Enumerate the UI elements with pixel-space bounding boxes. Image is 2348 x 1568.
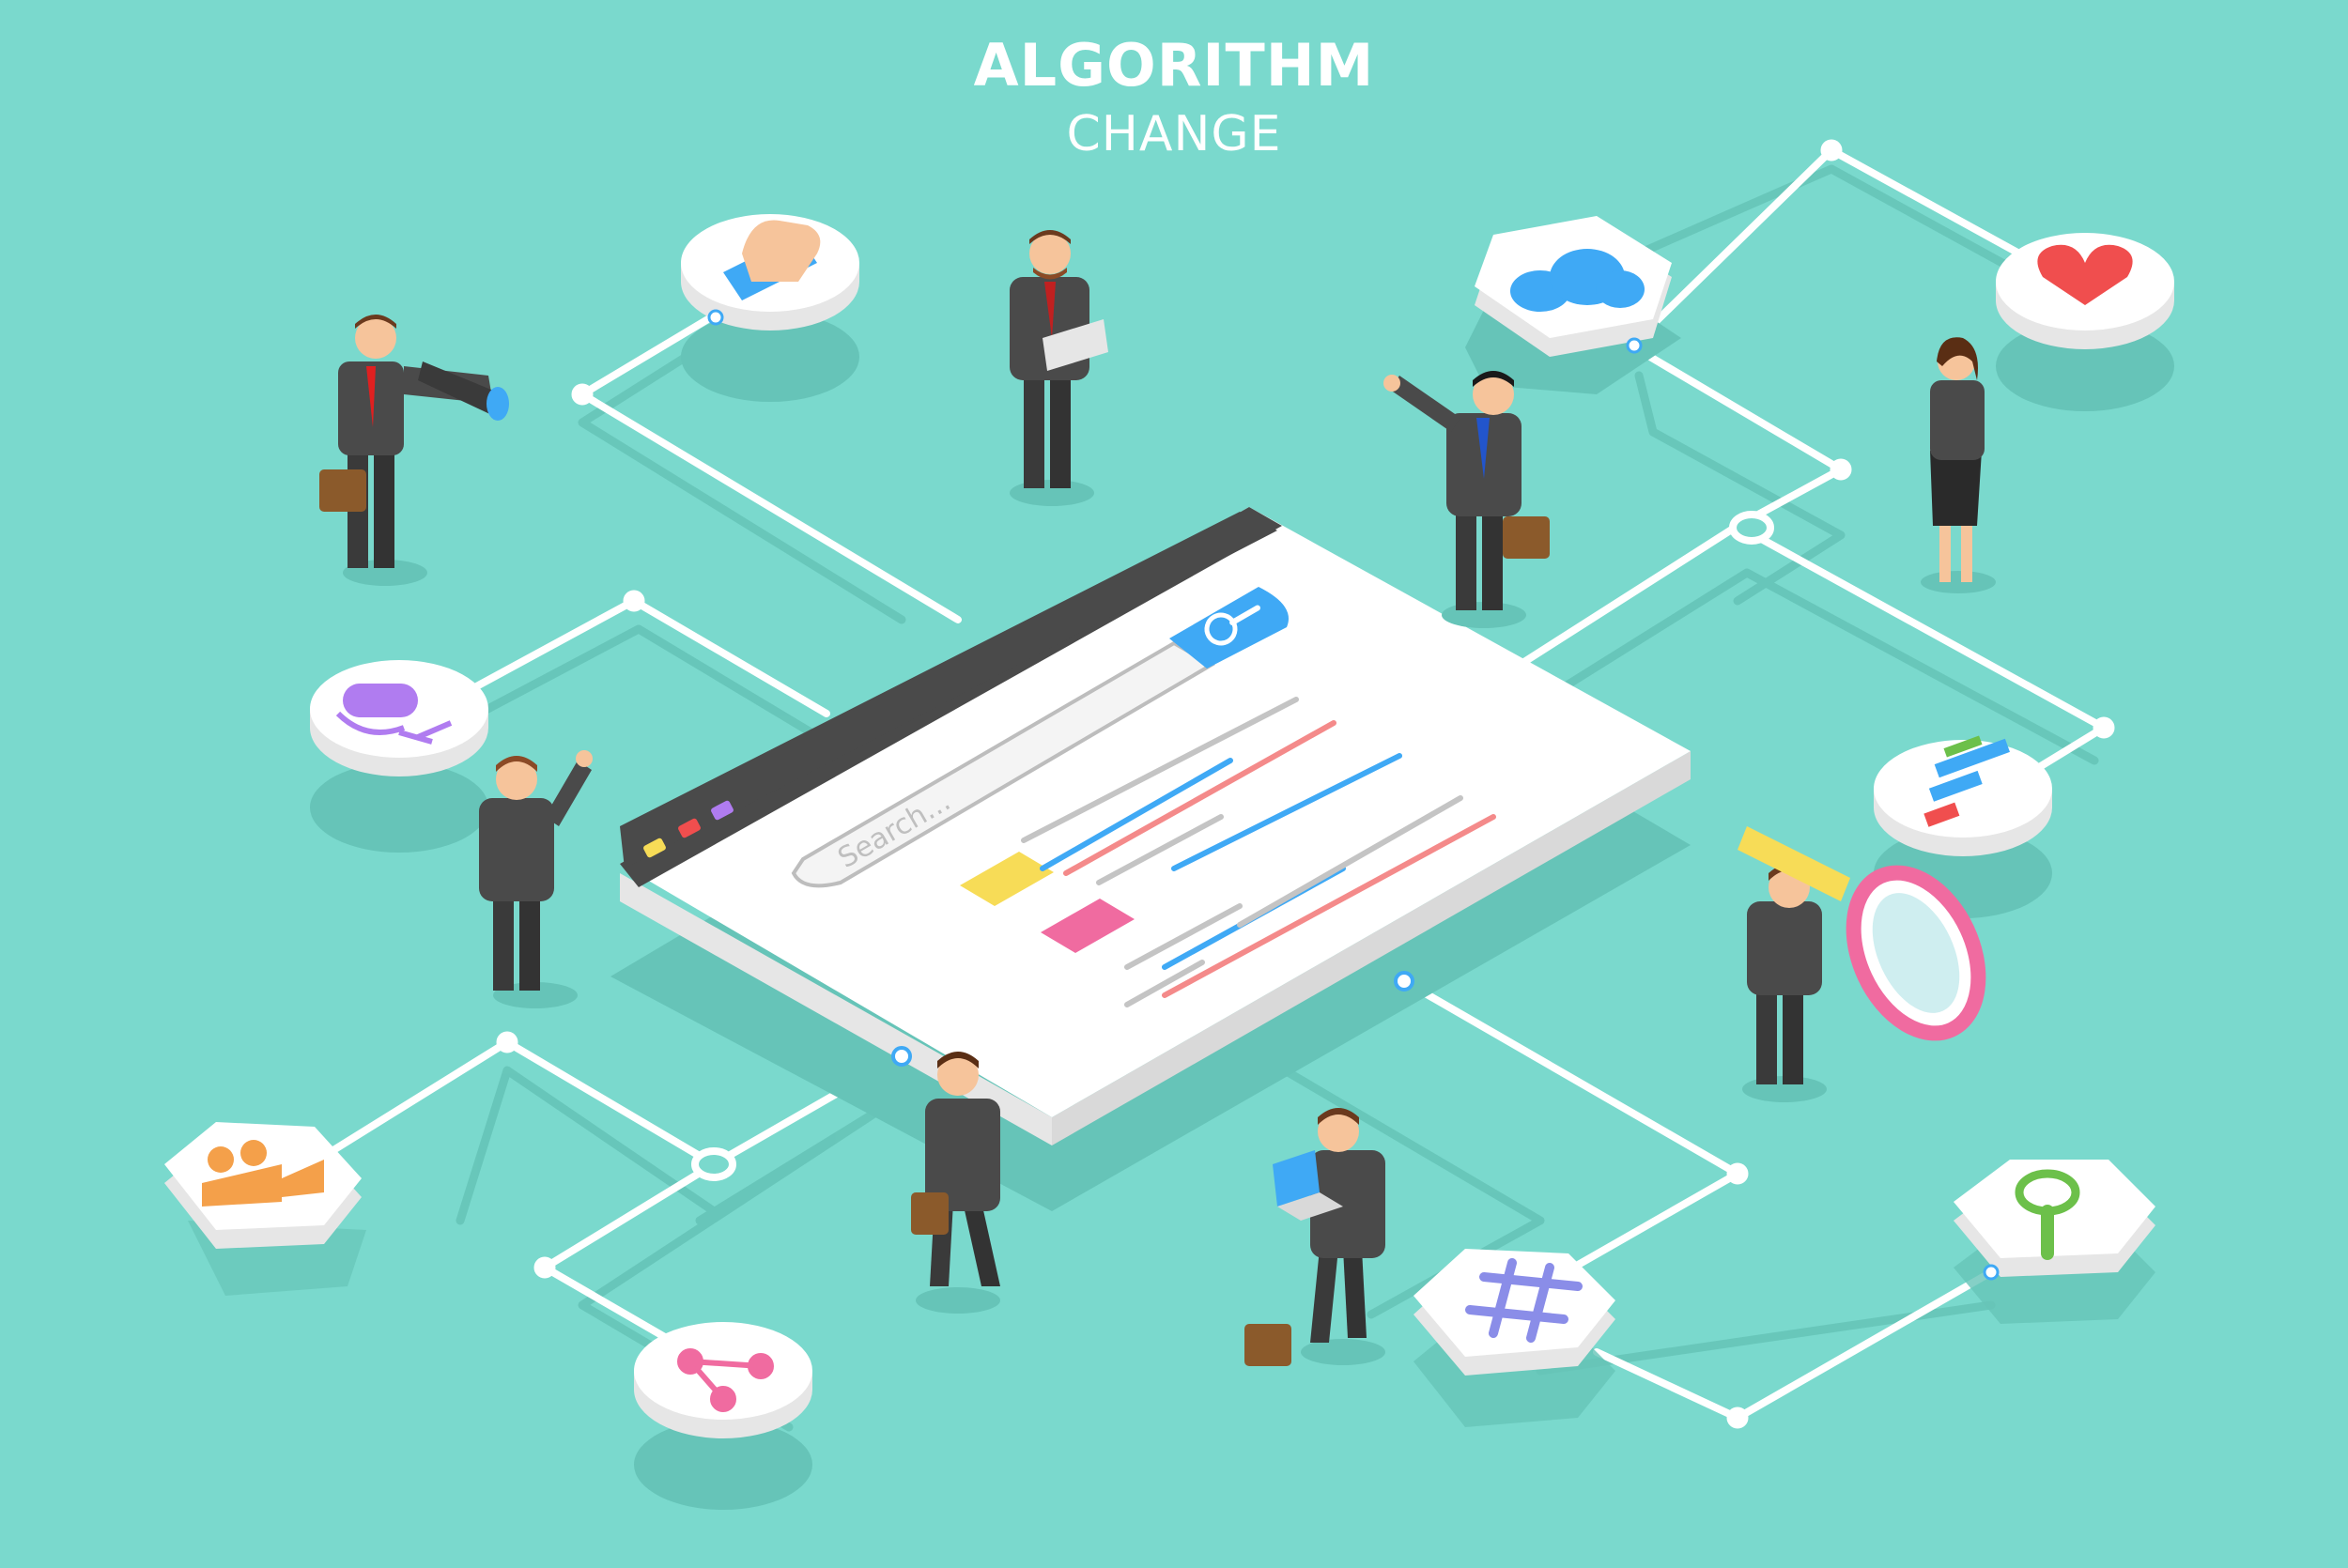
node-heart: [1996, 233, 2174, 411]
node-cloud: [1465, 216, 1681, 394]
person-laptop: [1244, 1108, 1385, 1366]
illustration-stage: Search...: [0, 0, 2348, 1564]
person-tablet: [1010, 230, 1108, 506]
node-mic: [310, 660, 488, 853]
briefcase-icon: [911, 1192, 949, 1235]
person-woman: [1921, 337, 1996, 593]
page-subtitle: CHANGE: [1066, 106, 1282, 162]
page-title: ALGORITHM: [973, 31, 1375, 100]
person-telescope: [319, 315, 509, 586]
node-search: [1954, 1160, 2155, 1324]
browser-window: Search...: [610, 507, 1691, 1211]
briefcase-icon: [319, 469, 366, 512]
person-waving: [479, 750, 593, 1008]
node-share: [634, 1322, 812, 1510]
briefcase-icon: [1503, 516, 1550, 559]
header: ALGORITHM CHANGE: [0, 28, 2348, 165]
briefcase-icon: [1244, 1324, 1291, 1366]
person-pointing: [1383, 371, 1550, 628]
isometric-illustration: Search...: [164, 139, 2174, 1510]
node-like: [681, 214, 859, 402]
node-hashtag: [1413, 1249, 1615, 1427]
